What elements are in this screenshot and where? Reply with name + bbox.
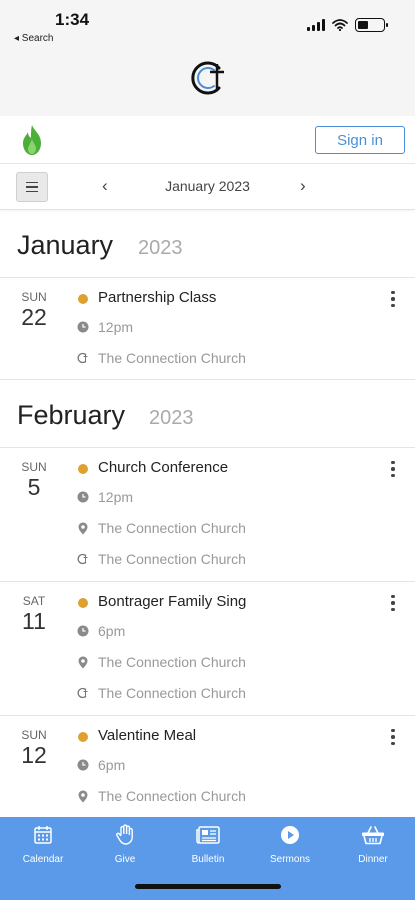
event-status-dot — [78, 464, 88, 474]
event-day-of-week: SUN — [21, 728, 47, 742]
tab-label: Give — [114, 854, 136, 865]
clock-icon — [76, 320, 90, 334]
event-title[interactable]: Church Conference — [98, 459, 228, 476]
menu-button[interactable] — [16, 172, 48, 202]
clock-icon — [76, 490, 90, 504]
event-venue-row: The Connection Church — [76, 684, 246, 702]
clock-icon — [76, 624, 90, 638]
church-logo-small-icon — [76, 552, 90, 566]
top-toolbar: Sign in — [0, 116, 415, 164]
event-time-row: 6pm — [76, 756, 125, 774]
event-time: 6pm — [98, 623, 126, 639]
more-options-icon[interactable] — [383, 592, 403, 614]
event-item[interactable]: SUN 22 Partnership Class 12pm The Connec… — [0, 278, 415, 380]
event-location-row: The Connection Church — [76, 653, 246, 671]
event-day-of-week: SUN — [21, 460, 47, 474]
app-header — [0, 50, 415, 116]
more-options-icon[interactable] — [383, 288, 403, 310]
tab-sermons[interactable]: Sermons — [255, 823, 325, 873]
play-icon — [278, 823, 302, 847]
next-month-chevron-icon[interactable]: › — [300, 176, 306, 196]
event-day-number: 22 — [21, 304, 47, 330]
wifi-icon — [332, 19, 348, 31]
tab-give[interactable]: Give — [90, 823, 160, 873]
more-options-icon[interactable] — [383, 726, 403, 748]
cellular-signal-icon — [307, 19, 325, 31]
month-year: 2023 — [138, 237, 183, 259]
event-venue-row: The Connection Church — [76, 550, 246, 568]
tab-dinner[interactable]: Dinner — [338, 823, 408, 873]
basket-icon — [361, 823, 385, 847]
event-title[interactable]: Partnership Class — [98, 289, 216, 306]
map-pin-icon — [76, 789, 90, 803]
event-status-dot — [78, 732, 88, 742]
more-options-icon[interactable] — [383, 458, 403, 480]
event-venue: The Connection Church — [98, 350, 246, 366]
event-venue: The Connection Church — [98, 685, 246, 701]
map-pin-icon — [76, 521, 90, 535]
status-bar: 1:34 ◂ Search — [0, 0, 415, 50]
event-location[interactable]: The Connection Church — [98, 788, 246, 804]
event-location[interactable]: The Connection Church — [98, 520, 246, 536]
event-day-of-week: SAT — [22, 594, 46, 608]
event-location[interactable]: The Connection Church — [98, 654, 246, 670]
tab-label: Dinner — [358, 854, 388, 865]
status-time: 1:34 — [55, 10, 90, 29]
hand-icon — [113, 823, 137, 847]
home-indicator[interactable] — [135, 884, 281, 889]
event-status-dot — [78, 294, 88, 304]
bottom-tab-bar: Calendar Give Bulletin Sermons Dinner — [0, 817, 415, 900]
previous-month-chevron-icon[interactable]: ‹ — [102, 176, 108, 196]
event-time: 12pm — [98, 489, 134, 505]
event-status-dot — [78, 598, 88, 608]
tab-calendar[interactable]: Calendar — [8, 823, 78, 873]
tab-label: Calendar — [22, 854, 64, 865]
calendar-icon — [31, 823, 55, 847]
flame-logo-icon — [23, 125, 41, 155]
month-header: January 2023 — [0, 210, 415, 278]
event-title[interactable]: Bontrager Family Sing — [98, 593, 246, 610]
event-time-row: 6pm — [76, 622, 125, 640]
tab-label: Sermons — [269, 854, 310, 865]
event-item[interactable]: SUN 5 Church Conference 12pm The Connect… — [0, 448, 415, 582]
month-header: February 2023 — [0, 380, 415, 448]
event-time: 6pm — [98, 757, 126, 773]
event-time-row: 12pm — [76, 318, 133, 336]
event-venue-row: The Connection Church — [76, 349, 246, 367]
battery-icon — [355, 18, 388, 32]
current-month-label[interactable]: January 2023 — [140, 178, 275, 194]
church-logo-icon — [191, 61, 224, 95]
sign-in-button[interactable]: Sign in — [315, 126, 405, 154]
tab-label: Bulletin — [191, 854, 225, 865]
calendar-navbar: ‹ January 2023 › — [0, 164, 415, 210]
month-name: February — [17, 400, 126, 430]
event-day-number: 11 — [22, 608, 46, 634]
event-day-number: 5 — [27, 474, 41, 500]
event-item[interactable]: SUN 12 Valentine Meal 6pm The Connection… — [0, 716, 415, 817]
back-to-search-link[interactable]: ◂ Search — [14, 33, 53, 44]
church-logo-small-icon — [76, 351, 90, 365]
event-time-row: 12pm — [76, 488, 133, 506]
newspaper-icon — [196, 823, 220, 847]
month-name: January — [17, 230, 114, 260]
month-year: 2023 — [149, 407, 194, 429]
church-logo-small-icon — [76, 686, 90, 700]
event-venue: The Connection Church — [98, 551, 246, 567]
event-item[interactable]: SAT 11 Bontrager Family Sing 6pm The Con… — [0, 582, 415, 716]
event-title[interactable]: Valentine Meal — [98, 727, 196, 744]
clock-icon — [76, 758, 90, 772]
event-day-of-week: SUN — [21, 290, 47, 304]
map-pin-icon — [76, 655, 90, 669]
event-day-number: 12 — [21, 742, 47, 768]
event-location-row: The Connection Church — [76, 787, 246, 805]
event-time: 12pm — [98, 319, 134, 335]
event-location-row: The Connection Church — [76, 519, 246, 537]
status-icons — [307, 18, 388, 32]
tab-bulletin[interactable]: Bulletin — [173, 823, 243, 873]
